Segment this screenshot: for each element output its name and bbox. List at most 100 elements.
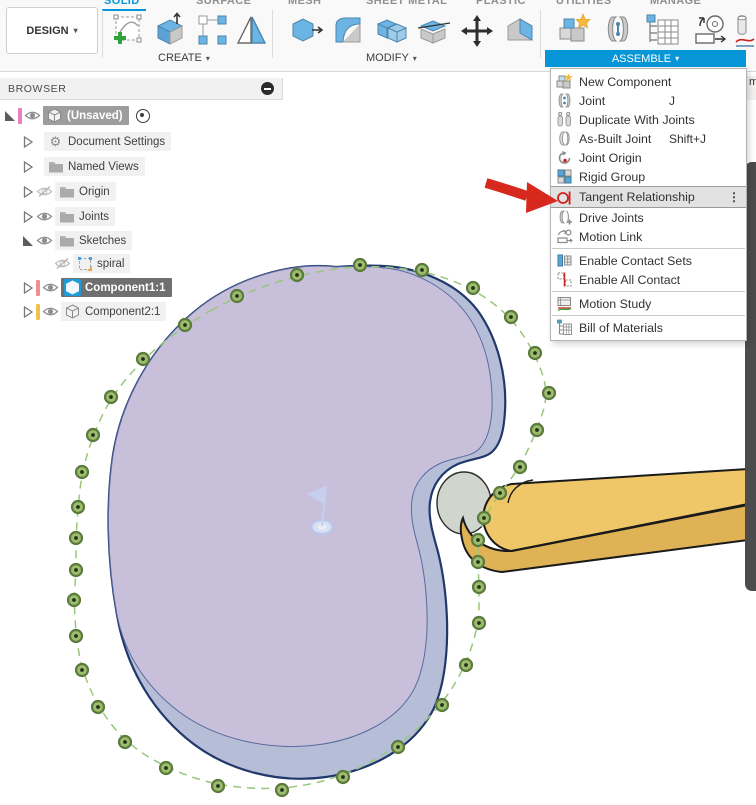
new-component-icon	[556, 73, 573, 90]
chevron-down-icon: ▾	[206, 51, 210, 66]
extrude-icon[interactable]	[152, 12, 188, 48]
browser-item-document-settings[interactable]: ⚙Document Settings	[22, 132, 171, 151]
menu-item-enable-contact-sets[interactable]: Enable Contact Sets	[551, 251, 746, 270]
browser-item-label: Component2:1	[85, 306, 160, 318]
split-body-icon[interactable]	[416, 12, 452, 48]
fillet-icon[interactable]	[330, 12, 366, 48]
menu-item-label: Drive Joints	[579, 211, 644, 225]
menu-item-joint[interactable]: JointJ	[551, 91, 746, 110]
browser-item-named-views[interactable]: Named Views	[22, 157, 145, 176]
create-group-dropdown[interactable]: CREATE ▾	[158, 51, 210, 66]
press-pull-icon[interactable]	[288, 12, 324, 48]
menu-item-duplicate-with-joints[interactable]: Duplicate With Joints	[551, 110, 746, 129]
component-color-bar	[18, 108, 22, 124]
browser-item-pill[interactable]: Joints	[55, 207, 115, 226]
browser-item-pill[interactable]: Sketches	[55, 231, 132, 250]
eye-visible-icon[interactable]	[24, 109, 41, 122]
menu-item-new-component[interactable]: New Component	[551, 72, 746, 91]
bill-of-materials-tool-icon[interactable]	[644, 12, 682, 48]
browser-panel: BROWSER (Unsaved) ⚙Document Settings Named…	[0, 78, 283, 330]
combine-icon[interactable]	[374, 12, 410, 48]
browser-item-component1-1[interactable]: Component1:1	[22, 278, 172, 297]
eye-hidden-icon[interactable]	[36, 185, 53, 198]
browser-item-pill[interactable]: Named Views	[44, 157, 145, 176]
sketch-point-center	[74, 634, 78, 638]
browser-item-spiral[interactable]: spiral	[40, 254, 130, 273]
collapse-arrow-icon[interactable]	[4, 110, 16, 122]
motion-study-icon	[556, 295, 573, 312]
sketch-point-center	[109, 395, 113, 399]
activate-component-radio[interactable]	[136, 109, 150, 123]
menu-item-bill-of-materials[interactable]: Bill of Materials	[551, 318, 746, 337]
ribbon-tab-surface[interactable]: SURFACE	[196, 0, 251, 9]
eye-visible-icon[interactable]	[42, 281, 59, 294]
expand-arrow-icon[interactable]	[22, 161, 34, 173]
browser-collapse-button[interactable]	[261, 82, 274, 95]
sketch-point-center	[74, 568, 78, 572]
browser-item-joints[interactable]: Joints	[22, 207, 115, 226]
browser-item-pill[interactable]: Component1:1	[61, 278, 172, 297]
move-copy-icon[interactable]	[458, 12, 496, 50]
browser-item-component2-1[interactable]: Component2:1	[22, 302, 166, 321]
menu-item-label: Motion Study	[579, 297, 651, 311]
mirror-icon[interactable]	[234, 12, 270, 48]
browser-item--unsaved-[interactable]: (Unsaved)	[4, 106, 150, 125]
motion-study-tool-icon[interactable]	[690, 12, 728, 48]
eye-visible-icon[interactable]	[36, 234, 53, 247]
component-icon	[64, 303, 81, 320]
ribbon-tab-utilities[interactable]: UTILITIES	[556, 0, 612, 9]
eye-visible-icon[interactable]	[42, 305, 59, 318]
menu-item-enable-all-contact[interactable]: Enable All Contact	[551, 270, 746, 289]
kebab-menu-icon[interactable]: ⋮	[728, 190, 740, 204]
pattern-icon[interactable]	[194, 12, 230, 48]
menu-item-motion-study[interactable]: Motion Study	[551, 294, 746, 313]
expand-arrow-icon[interactable]	[22, 282, 34, 294]
menu-item-shortcut: Shift+J	[669, 132, 706, 146]
sketch-point-center	[216, 784, 220, 788]
expand-arrow-icon[interactable]	[22, 211, 34, 223]
browser-panel-header: BROWSER	[0, 78, 283, 100]
browser-item-pill[interactable]: spiral	[73, 254, 130, 273]
joint-icon[interactable]	[600, 12, 636, 48]
menu-item-joint-origin[interactable]: Joint Origin	[551, 148, 746, 167]
browser-item-origin[interactable]: Origin	[22, 182, 116, 201]
modify-group-dropdown[interactable]: MODIFY ▾	[366, 51, 417, 66]
browser-item-pill[interactable]: Origin	[55, 182, 116, 201]
collapse-arrow-icon[interactable]	[22, 235, 34, 247]
expand-arrow-icon[interactable]	[22, 136, 34, 148]
menu-item-label: New Component	[579, 75, 671, 89]
chevron-down-icon: ▾	[413, 51, 417, 66]
component-color-bar	[36, 280, 40, 296]
browser-item-pill[interactable]: ⚙Document Settings	[44, 132, 171, 151]
sketch-point-center	[80, 470, 84, 474]
menu-item-tangent-relationship[interactable]: Tangent Relationship⋮	[551, 186, 746, 208]
ribbon-tab-plastic[interactable]: PLASTIC	[476, 0, 526, 9]
design-menu-button[interactable]: DESIGN ▾	[6, 7, 98, 54]
menu-item-drive-joints[interactable]: Drive Joints	[551, 208, 746, 227]
active-tab-underline	[102, 9, 146, 11]
eye-hidden-icon[interactable]	[54, 257, 71, 270]
simulate-contact-icon[interactable]	[734, 12, 756, 52]
browser-item-sketches[interactable]: Sketches	[22, 231, 132, 250]
ribbon-tab-mesh[interactable]: MESH	[288, 0, 321, 9]
expand-arrow-icon[interactable]	[22, 306, 34, 318]
sketch-point-center	[477, 621, 481, 625]
new-component-icon[interactable]	[556, 12, 592, 48]
ribbon-tab-solid[interactable]: SOLID	[104, 0, 140, 9]
create-sketch-icon[interactable]	[110, 12, 146, 48]
browser-item-pill[interactable]: (Unsaved)	[43, 106, 129, 125]
browser-item-label: Document Settings	[68, 136, 165, 148]
form-icon[interactable]	[502, 12, 538, 48]
menu-item-rigid-group[interactable]: Rigid Group	[551, 167, 746, 186]
browser-item-pill[interactable]: Component2:1	[61, 302, 166, 321]
browser-item-label: Sketches	[79, 235, 126, 247]
menu-item-label: Rigid Group	[579, 170, 645, 184]
menu-item-motion-link[interactable]: Motion Link	[551, 227, 746, 246]
expand-arrow-icon[interactable]	[22, 186, 34, 198]
ribbon-tab-manage[interactable]: MANAGE	[650, 0, 701, 9]
menu-item-as-built-joint[interactable]: As-Built JointShift+J	[551, 129, 746, 148]
create-group-label: CREATE	[158, 51, 202, 66]
eye-visible-icon[interactable]	[36, 210, 53, 223]
ribbon-tab-sheet-metal[interactable]: SHEET METAL	[366, 0, 447, 9]
assemble-group-dropdown[interactable]: ASSEMBLE ▾	[545, 50, 746, 67]
